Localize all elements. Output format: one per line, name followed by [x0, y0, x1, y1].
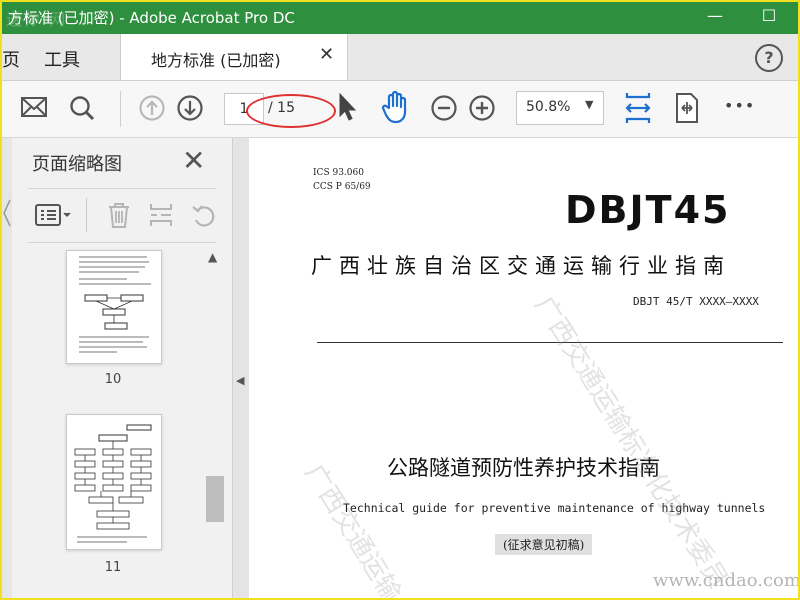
select-cursor-icon[interactable]: [337, 92, 359, 122]
thumbnails-panel: 页面缩略图 ✕ 10 11 ▲: [12, 138, 232, 600]
thumbnail-label: 11: [104, 560, 122, 575]
maximize-button[interactable]: ☐: [756, 4, 782, 28]
thumbnails-scrollbar[interactable]: ▲: [204, 244, 226, 600]
page-thumbnail[interactable]: [66, 250, 162, 364]
toolbar: 1 / 15 50.8% ▼ •••: [0, 81, 800, 138]
close-panel-icon[interactable]: ✕: [182, 144, 205, 177]
rotate-icon[interactable]: [190, 201, 218, 229]
standard-code: DBJT 45/T XXXX—XXXX: [633, 295, 759, 308]
thumbnail-options-icon[interactable]: [34, 202, 72, 228]
scrollbar-thumb[interactable]: [206, 476, 224, 522]
extract-pages-icon[interactable]: [148, 201, 174, 229]
document-tab-label: 地方标准 (已加密): [151, 51, 281, 70]
chevron-down-icon: ▼: [585, 98, 594, 111]
page-thumbnail[interactable]: [66, 414, 162, 550]
zoom-out-icon[interactable]: [430, 94, 458, 122]
window-title: 方标准 (已加密) - Adobe Acrobat Pro DC: [8, 9, 295, 27]
collapse-panel-icon[interactable]: ◀: [236, 374, 244, 387]
region-heading: 广西壮族自治区交通运输行业指南: [311, 254, 731, 278]
panel-splitter[interactable]: ◀: [232, 138, 250, 600]
more-tools-icon[interactable]: •••: [724, 96, 755, 115]
tab-bar: 页 工具 地方标准 (已加密) ✕ ?: [0, 34, 800, 81]
next-page-icon[interactable]: [176, 94, 204, 122]
document-title: 公路隧道预防性养护技术指南: [387, 456, 660, 480]
toolbar-separator: [120, 91, 121, 127]
previous-page-icon[interactable]: [138, 94, 166, 122]
ics-code: ICS 93.060: [313, 168, 364, 178]
fit-page-icon[interactable]: [674, 92, 700, 124]
document-title-english: Technical guide for preventive maintenan…: [343, 501, 766, 515]
draft-badge: (征求意见初稿): [495, 534, 593, 555]
fit-width-icon[interactable]: [624, 91, 652, 125]
panel-divider: [28, 188, 216, 189]
zoom-select[interactable]: 50.8% ▼: [516, 91, 604, 125]
zoom-in-icon[interactable]: [468, 94, 496, 122]
zoom-value: 50.8%: [526, 99, 571, 115]
close-tab-icon[interactable]: ✕: [319, 44, 334, 65]
delete-icon[interactable]: [106, 201, 132, 229]
standard-brand: DBJT45: [565, 188, 731, 232]
help-icon[interactable]: ?: [755, 44, 783, 72]
tab-document[interactable]: 地方标准 (已加密) ✕: [120, 34, 348, 80]
tab-home[interactable]: 页: [2, 46, 20, 72]
document-page: ICS 93.060 CCS P 65/69 DBJT45 广西壮族自治区交通运…: [249, 138, 800, 600]
title-bar: 送你 网 方标准 (已加密) - Adobe Acrobat Pro DC — …: [0, 0, 800, 34]
red-annotation-ellipse: [246, 94, 336, 128]
thumbnail-content: [79, 256, 151, 353]
tab-tools[interactable]: 工具: [44, 46, 80, 72]
search-icon[interactable]: [68, 94, 96, 122]
site-watermark: www.cndao.com: [653, 570, 800, 591]
panel-title: 页面缩略图: [32, 154, 122, 175]
thumbnail-content: [74, 424, 152, 543]
collapse-arrow-icon[interactable]: [2, 198, 12, 228]
minimize-button[interactable]: —: [702, 4, 728, 28]
hand-tool-icon[interactable]: [380, 90, 412, 124]
mail-icon[interactable]: [20, 95, 48, 119]
scroll-up-icon[interactable]: ▲: [208, 250, 217, 264]
ccs-code: CCS P 65/69: [313, 182, 371, 192]
panel-separator: [86, 198, 87, 232]
panel-divider: [28, 242, 216, 243]
classification-codes: ICS 93.060 CCS P 65/69: [313, 166, 371, 194]
thumbnail-label: 10: [104, 372, 122, 387]
